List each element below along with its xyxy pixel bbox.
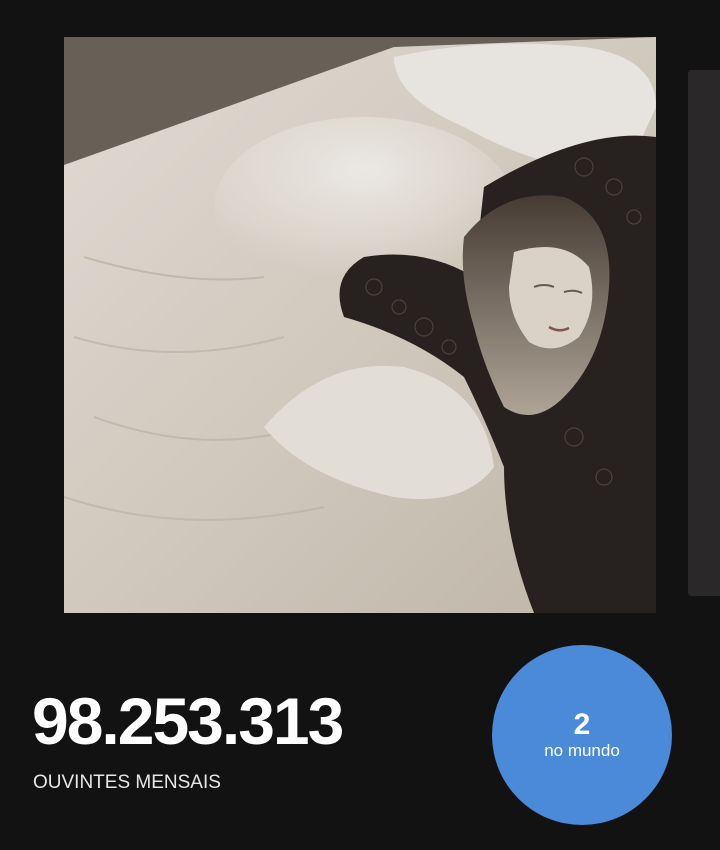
world-rank-number: 2 bbox=[573, 708, 591, 741]
next-card-peek[interactable] bbox=[688, 70, 720, 596]
cover-photo-icon bbox=[64, 37, 656, 613]
artist-cover-image[interactable] bbox=[64, 37, 656, 613]
monthly-listeners-count: 98.253.313 bbox=[32, 684, 344, 758]
world-rank-caption: no mundo bbox=[544, 741, 620, 760]
world-rank-badge[interactable]: 2 no mundo bbox=[492, 645, 672, 825]
monthly-listeners-label: OUVINTES MENSAIS bbox=[33, 772, 221, 793]
